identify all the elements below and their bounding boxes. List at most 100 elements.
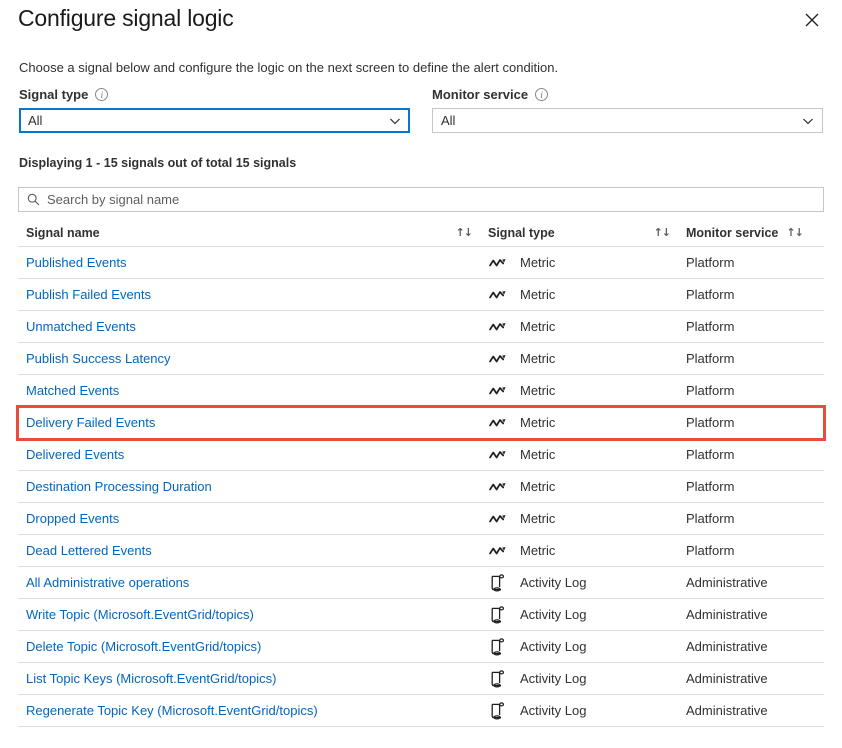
signal-type-label-row: Signal type i	[19, 86, 410, 103]
table-row[interactable]: Published Events Metric Platform	[18, 247, 824, 279]
sort-icon[interactable]: ↑↓	[786, 226, 803, 239]
sort-icon[interactable]: ↑↓	[456, 226, 488, 239]
activity-log-scroll-icon	[491, 701, 505, 719]
signal-type-label: Activity Log	[520, 671, 587, 686]
table-row[interactable]: Delivery Failed Events Metric Platform	[16, 405, 826, 441]
monitor-service-cell: Platform	[686, 255, 735, 270]
signal-type-cell: Metric	[488, 318, 686, 336]
monitor-service-cell: Administrative	[686, 607, 768, 622]
signal-type-label: Metric	[520, 255, 556, 270]
signal-name-link[interactable]: Delete Topic (Microsoft.EventGrid/topics…	[18, 639, 488, 654]
signal-name-link[interactable]: Published Events	[18, 255, 488, 270]
chevron-down-icon	[389, 115, 401, 127]
table-row[interactable]: Delivered Events Metric Platform	[18, 439, 824, 471]
column-header-monitor-service[interactable]: Monitor service ↑↓	[686, 226, 824, 240]
signal-type-label: Activity Log	[520, 703, 587, 718]
column-header-signal-type[interactable]: Signal type ↑↓	[488, 226, 686, 240]
signal-type-label: Metric	[520, 415, 556, 430]
table-row[interactable]: Delete Topic (Microsoft.EventGrid/topics…	[18, 631, 824, 663]
signal-name-link[interactable]: Regenerate Topic Key (Microsoft.EventGri…	[18, 703, 488, 718]
table-row[interactable]: All Administrative operations Activity Lo…	[18, 567, 824, 599]
signal-type-cell: Metric	[488, 510, 686, 528]
signal-name-link[interactable]: Matched Events	[18, 383, 488, 398]
signal-name-link[interactable]: List Topic Keys (Microsoft.EventGrid/top…	[18, 671, 488, 686]
signal-type-cell: Activity Log	[488, 637, 686, 656]
table-row[interactable]: Dropped Events Metric Platform	[18, 503, 824, 535]
sort-icon[interactable]: ↑↓	[654, 226, 686, 239]
info-icon[interactable]: i	[535, 88, 549, 101]
signal-name-link[interactable]: Publish Failed Events	[18, 287, 488, 302]
signal-name-link[interactable]: Dropped Events	[18, 511, 488, 526]
signal-name-link[interactable]: Publish Success Latency	[18, 351, 488, 366]
column-header-label: Signal type	[488, 225, 555, 240]
signal-type-cell: Activity Log	[488, 701, 686, 720]
signal-type-label: Metric	[520, 351, 556, 366]
signal-type-label: Metric	[520, 383, 556, 398]
table-row[interactable]: List Topic Keys (Microsoft.EventGrid/top…	[18, 663, 824, 695]
chevron-down-icon	[802, 115, 814, 127]
signal-name-link[interactable]: Destination Processing Duration	[18, 479, 488, 494]
activity-log-scroll-icon	[491, 605, 505, 623]
blade-header: Configure signal logic	[0, 0, 842, 44]
metric-line-icon	[489, 546, 506, 554]
signal-type-label: Activity Log	[520, 639, 587, 654]
signal-type-label: Metric	[520, 447, 556, 462]
signal-type-label: Metric	[520, 479, 556, 494]
metric-line-icon	[489, 482, 506, 490]
activity-log-scroll-icon	[491, 669, 505, 687]
signal-type-cell: Metric	[488, 478, 686, 496]
metric-line-icon	[488, 382, 508, 400]
metric-line-icon	[488, 542, 508, 560]
table-row[interactable]: Matched Events Metric Platform	[18, 375, 824, 407]
table-row[interactable]: Destination Processing Duration Metric Pla…	[18, 471, 824, 503]
table-row[interactable]: Write Topic (Microsoft.EventGrid/topics)…	[18, 599, 824, 631]
close-icon[interactable]	[800, 8, 824, 32]
table-row[interactable]: Publish Success Latency Metric Platform	[18, 343, 824, 375]
signal-type-label: Metric	[520, 319, 556, 334]
info-icon[interactable]: i	[95, 88, 109, 101]
table-row[interactable]: Unmatched Events Metric Platform	[18, 311, 824, 343]
monitor-service-label-row: Monitor service i	[432, 86, 823, 103]
metric-line-icon	[489, 354, 506, 362]
signal-type-cell: Metric	[488, 542, 686, 560]
table-header-row: Signal name ↑↓ Signal type ↑↓ Monitor se…	[18, 219, 824, 247]
table-row[interactable]: Dead Lettered Events Metric Platform	[18, 535, 824, 567]
activity-log-scroll-icon	[488, 573, 508, 592]
metric-line-icon	[488, 318, 508, 336]
metric-line-icon	[488, 350, 508, 368]
table-row[interactable]: Regenerate Topic Key (Microsoft.EventGri…	[18, 695, 824, 727]
signal-type-label: Activity Log	[520, 575, 587, 590]
signal-name-link[interactable]: All Administrative operations	[18, 575, 488, 590]
signal-name-link[interactable]: Delivery Failed Events	[18, 415, 488, 430]
signal-type-cell: Activity Log	[488, 573, 686, 592]
page-title: Configure signal logic	[18, 5, 234, 31]
monitor-service-cell: Platform	[686, 543, 735, 558]
search-box[interactable]	[18, 187, 824, 212]
monitor-service-cell: Platform	[686, 287, 735, 302]
signal-name-link[interactable]: Delivered Events	[18, 447, 488, 462]
signal-name-link[interactable]: Write Topic (Microsoft.EventGrid/topics)	[18, 607, 488, 622]
metric-line-icon	[488, 510, 508, 528]
signal-type-cell: Metric	[488, 446, 686, 464]
monitor-service-cell: Platform	[686, 351, 735, 366]
table-row[interactable]: Publish Failed Events Metric Platform	[18, 279, 824, 311]
signal-type-dropdown[interactable]: All	[19, 108, 410, 133]
column-header-signal-name[interactable]: Signal name ↑↓	[18, 226, 488, 240]
metric-line-icon	[489, 322, 506, 330]
metric-line-icon	[488, 446, 508, 464]
signal-type-cell: Metric	[488, 382, 686, 400]
signal-type-label: Activity Log	[520, 607, 587, 622]
signal-type-label: Metric	[520, 287, 556, 302]
signal-type-cell: Activity Log	[488, 669, 686, 688]
search-icon	[27, 193, 40, 206]
signal-type-cell: Metric	[488, 350, 686, 368]
search-input[interactable]	[47, 189, 815, 210]
signal-name-link[interactable]: Dead Lettered Events	[18, 543, 488, 558]
signal-name-link[interactable]: Unmatched Events	[18, 319, 488, 334]
activity-log-scroll-icon	[488, 669, 508, 688]
monitor-service-label: Monitor service	[432, 87, 529, 102]
monitor-service-dropdown[interactable]: All	[432, 108, 823, 133]
signal-type-label: Metric	[520, 543, 556, 558]
signal-type-cell: Metric	[488, 286, 686, 304]
metric-line-icon	[488, 478, 508, 496]
